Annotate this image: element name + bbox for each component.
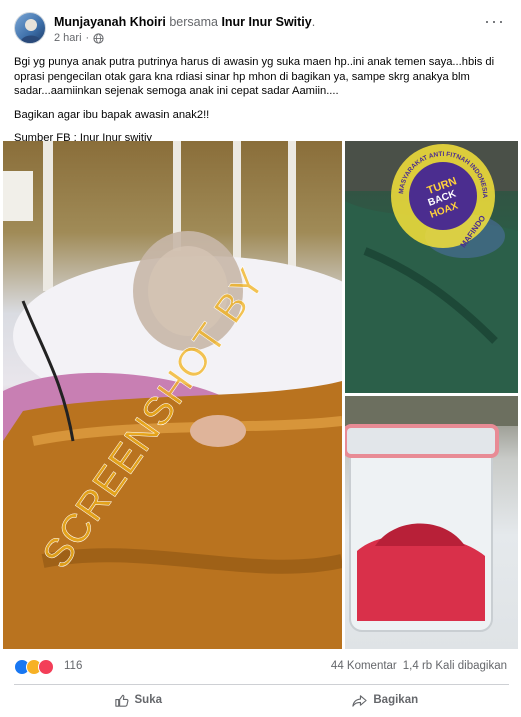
post-header: Munjayanah Khoiri bersama Inur Inur Swit… (14, 12, 509, 46)
globe-icon (93, 32, 104, 44)
share-button[interactable]: Bagikan (262, 686, 510, 714)
like-button[interactable]: Suka (14, 686, 262, 714)
thumbs-up-icon (114, 694, 128, 707)
photo-grid: SCREENSHOT BY TURN BACK HOAX MASYARAKAT … (3, 141, 518, 649)
love-reaction-icon (38, 659, 54, 675)
post-paragraph-1: Bgi yg punya anak putra putrinya harus d… (14, 56, 495, 98)
post-actions: Suka Bagikan (14, 686, 509, 714)
post-paragraph-2: Bagikan agar ibu bapak awasin anak2!! (14, 108, 210, 121)
reactions-bar: 116 44 Komentar 1,4 rb Kali dibagikan (14, 658, 509, 676)
share-label: Bagikan (373, 694, 419, 706)
author-line: Munjayanah Khoiri bersama Inur Inur Swit… (54, 15, 316, 29)
dot-separator: · (85, 32, 90, 44)
like-label: Suka (134, 694, 163, 706)
photo-main-scene (3, 141, 342, 649)
avatar-image (20, 19, 42, 43)
share-arrow-icon (352, 694, 367, 707)
photo-jar-scene (345, 396, 518, 632)
photo-main[interactable] (3, 141, 342, 649)
post-meta: 2 hari · (54, 32, 104, 44)
photo-bottom-right[interactable] (345, 396, 518, 649)
with-text: bersama (169, 15, 218, 29)
author-avatar[interactable] (14, 12, 46, 44)
author-name[interactable]: Munjayanah Khoiri (54, 15, 166, 29)
divider (14, 684, 509, 685)
photo-top-right-scene (345, 141, 518, 393)
post-body: Bgi yg punya anak putra putrinya harus d… (14, 55, 509, 155)
post-timestamp[interactable]: 2 hari (54, 32, 82, 44)
comment-count[interactable]: 44 Komentar (331, 660, 397, 672)
reaction-count[interactable]: 116 (64, 660, 82, 672)
comments-shares: 44 Komentar 1,4 rb Kali dibagikan (331, 660, 507, 672)
reaction-icons[interactable] (14, 659, 54, 675)
share-count[interactable]: 1,4 rb Kali dibagikan (403, 660, 507, 672)
tagged-name[interactable]: Inur Inur Switiy (221, 15, 311, 29)
photo-top-right[interactable] (345, 141, 518, 393)
more-options-button[interactable]: ··· (484, 12, 505, 30)
